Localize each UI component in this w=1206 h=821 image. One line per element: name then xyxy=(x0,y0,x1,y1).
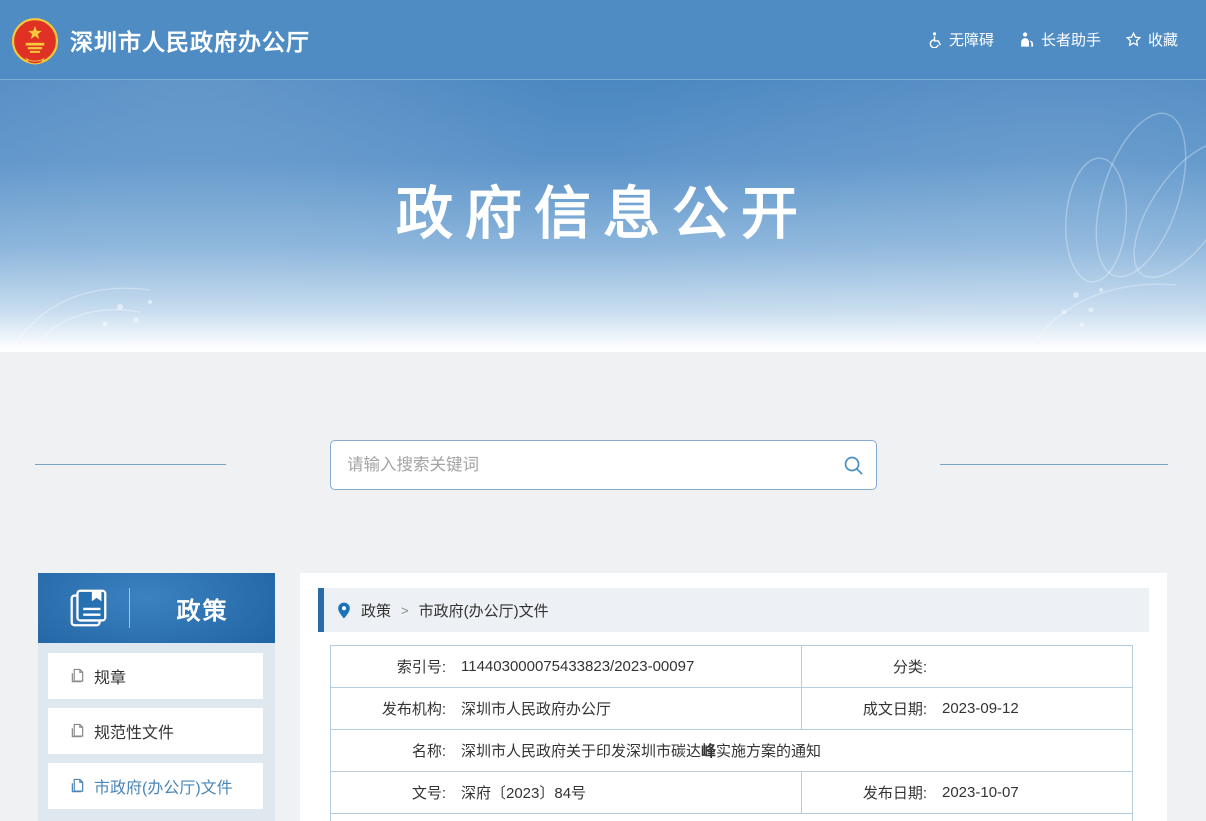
site-title[interactable]: 深圳市人民政府办公厅 xyxy=(70,23,310,57)
search-box xyxy=(330,440,877,490)
field-value: 深圳市人民政府关于印发深圳市碳达峰实施方案的通知 xyxy=(446,740,821,761)
sidebar-item-municipal-documents[interactable]: 市政府(办公厅)文件 xyxy=(48,763,263,809)
accessibility-label: 无障碍 xyxy=(949,29,994,50)
document-icon xyxy=(70,668,85,684)
decorative-line-right xyxy=(940,464,1168,465)
main-panel: 政策 > 市政府(办公厅)文件 索引号: 114403000075433823/… xyxy=(300,573,1167,821)
field-value: 114403000075433823/2023-00097 xyxy=(446,658,694,675)
field-label: 发布机构: xyxy=(331,698,446,719)
sidebar-item-label: 规章 xyxy=(94,664,126,688)
search-button[interactable] xyxy=(830,441,876,489)
field-index-no: 索引号: 114403000075433823/2023-00097 xyxy=(331,646,801,687)
favorite-link[interactable]: 收藏 xyxy=(1125,29,1178,50)
top-header: 深圳市人民政府办公厅 无障碍 长者助手 收藏 xyxy=(0,0,1206,80)
document-icon xyxy=(70,778,85,794)
table-row: 文号: 深府〔2023〕84号 发布日期: 2023-10-07 xyxy=(331,772,1132,814)
field-write-date: 成文日期: 2023-09-12 xyxy=(801,688,1132,729)
sidebar-item-regulations[interactable]: 规章 xyxy=(48,653,263,699)
field-name: 名称: 深圳市人民政府关于印发深圳市碳达峰实施方案的通知 xyxy=(331,730,1132,771)
sidebar-header-label: 政策 xyxy=(130,591,275,626)
sidebar-items: 规章 规范性文件 市政府(办公厅)文件 xyxy=(38,643,275,809)
field-doc-no: 文号: 深府〔2023〕84号 xyxy=(331,772,801,813)
content-area: 政策 规章 规范性文件 xyxy=(0,352,1206,821)
field-label: 分类: xyxy=(802,656,927,677)
sidebar-item-label: 规范性文件 xyxy=(94,719,174,743)
elder-assistant-label: 长者助手 xyxy=(1041,29,1101,50)
field-publish-date: 发布日期: 2023-10-07 xyxy=(801,772,1132,813)
banner: 政府信息公开 xyxy=(0,80,1206,352)
table-row: 发布机构: 深圳市人民政府办公厅 成文日期: 2023-09-12 xyxy=(331,688,1132,730)
accessibility-icon xyxy=(926,31,943,48)
field-empty xyxy=(331,814,1132,821)
policy-sidebar: 政策 规章 规范性文件 xyxy=(38,573,275,821)
document-info-table: 索引号: 114403000075433823/2023-00097 分类: 发… xyxy=(330,645,1133,821)
page-title: 政府信息公开 xyxy=(0,168,1206,250)
sidebar-header: 政策 xyxy=(38,573,275,643)
field-label: 发布日期: xyxy=(802,782,927,803)
document-icon xyxy=(70,723,85,739)
sidebar-item-label: 市政府(办公厅)文件 xyxy=(94,774,233,798)
field-issuer: 发布机构: 深圳市人民政府办公厅 xyxy=(331,688,801,729)
search-section xyxy=(0,440,1206,490)
elder-assistant-link[interactable]: 长者助手 xyxy=(1018,29,1101,50)
field-label: 索引号: xyxy=(331,656,446,677)
field-value: 深圳市人民政府办公厅 xyxy=(446,698,611,719)
star-icon xyxy=(1125,31,1142,48)
field-value: 2023-09-12 xyxy=(927,700,1019,717)
table-row: 名称: 深圳市人民政府关于印发深圳市碳达峰实施方案的通知 xyxy=(331,730,1132,772)
breadcrumb: 政策 > 市政府(办公厅)文件 xyxy=(318,588,1149,632)
breadcrumb-separator: > xyxy=(401,603,409,618)
field-category: 分类: xyxy=(801,646,1132,687)
favorite-label: 收藏 xyxy=(1148,29,1178,50)
field-label: 文号: xyxy=(331,782,446,803)
header-links: 无障碍 长者助手 收藏 xyxy=(926,29,1178,50)
location-pin-icon xyxy=(337,602,351,619)
table-row: 索引号: 114403000075433823/2023-00097 分类: xyxy=(331,646,1132,688)
main-row: 政策 规章 规范性文件 xyxy=(0,573,1206,821)
breadcrumb-item-policy[interactable]: 政策 xyxy=(361,600,391,621)
field-value: 2023-10-07 xyxy=(927,784,1019,801)
elder-assistant-icon xyxy=(1018,31,1035,48)
search-icon xyxy=(842,454,865,477)
table-row xyxy=(331,814,1132,821)
search-input[interactable] xyxy=(331,441,830,489)
field-label: 成文日期: xyxy=(802,698,927,719)
field-label: 名称: xyxy=(331,740,446,761)
breadcrumb-item-current: 市政府(办公厅)文件 xyxy=(419,600,549,621)
accessibility-link[interactable]: 无障碍 xyxy=(926,29,994,50)
field-value: 深府〔2023〕84号 xyxy=(446,782,586,803)
decorative-line-left xyxy=(35,464,226,465)
sidebar-item-normative-documents[interactable]: 规范性文件 xyxy=(48,708,263,754)
book-icon xyxy=(65,585,111,631)
national-emblem-logo xyxy=(8,14,62,70)
